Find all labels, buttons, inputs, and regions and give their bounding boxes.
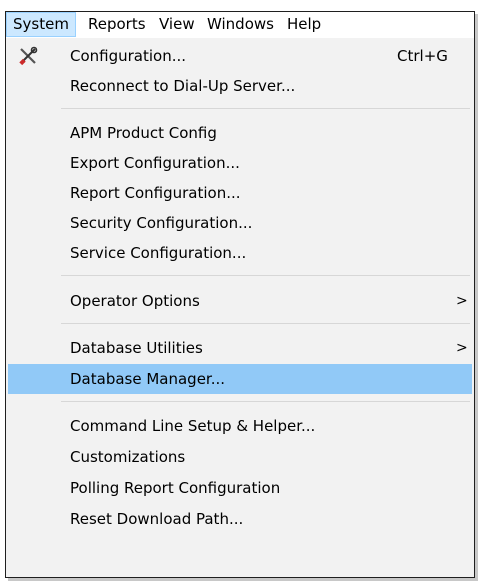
menu-item-label: Database Manager...: [70, 370, 226, 388]
menu-item-label: Command Line Setup & Helper...: [70, 417, 316, 435]
menu-item-label: Reset Download Path...: [70, 510, 244, 528]
submenu-arrow-icon: >: [456, 293, 468, 309]
menu-item-label: Polling Report Configuration: [70, 479, 281, 497]
menu-item-label: Operator Options: [70, 292, 200, 310]
menu-item-label: APM Product Config: [70, 124, 217, 142]
menu-item-label: Service Configuration...: [70, 244, 247, 262]
tools-icon: [19, 46, 38, 66]
menu-item-label: Export Configuration...: [70, 154, 240, 172]
menu-item-label: Database Utilities: [70, 339, 203, 357]
menu-reports[interactable]: Reports: [82, 12, 152, 37]
menu-item-configuration[interactable]: Configuration... Ctrl+G: [8, 41, 472, 71]
menu-item-export-configuration[interactable]: Export Configuration...: [8, 148, 472, 178]
menu-item-database-manager[interactable]: Database Manager...: [8, 364, 472, 394]
menu-item-polling-report-configuration[interactable]: Polling Report Configuration: [8, 473, 472, 503]
menu-item-operator-options[interactable]: Operator Options >: [8, 286, 472, 316]
menu-bar: System Reports View Windows Help: [6, 12, 474, 39]
menu-separator: [61, 108, 470, 109]
menu-item-label: Configuration...: [70, 47, 187, 65]
menu-windows[interactable]: Windows: [201, 12, 280, 37]
menu-item-reconnect-dial-up[interactable]: Reconnect to Dial-Up Server...: [8, 71, 472, 101]
menu-item-label: Customizations: [70, 448, 186, 466]
menu-item-customizations[interactable]: Customizations: [8, 442, 472, 472]
submenu-arrow-icon: >: [456, 340, 468, 356]
menu-item-report-configuration[interactable]: Report Configuration...: [8, 178, 472, 208]
menu-item-service-configuration[interactable]: Service Configuration...: [8, 238, 472, 268]
menu-separator: [61, 323, 470, 324]
system-dropdown-menu: Configuration... Ctrl+G Reconnect to Dia…: [6, 38, 474, 577]
menu-item-security-configuration[interactable]: Security Configuration...: [8, 208, 472, 238]
menu-separator: [61, 401, 470, 402]
menu-item-label: Report Configuration...: [70, 184, 241, 202]
menu-item-database-utilities[interactable]: Database Utilities >: [8, 333, 472, 363]
menu-item-shortcut: Ctrl+G: [397, 47, 448, 65]
menu-view[interactable]: View: [153, 12, 201, 37]
menu-item-label: Security Configuration...: [70, 214, 253, 232]
application-window: System Reports View Windows Help Configu…: [5, 11, 475, 578]
menu-item-reset-download-path[interactable]: Reset Download Path...: [8, 504, 472, 534]
menu-help[interactable]: Help: [281, 12, 327, 37]
menu-system[interactable]: System: [6, 12, 76, 37]
menu-item-command-line-setup[interactable]: Command Line Setup & Helper...: [8, 411, 472, 441]
menu-item-label: Reconnect to Dial-Up Server...: [70, 77, 296, 95]
menu-separator: [61, 275, 470, 276]
menu-item-apm-product-config[interactable]: APM Product Config: [8, 118, 472, 148]
